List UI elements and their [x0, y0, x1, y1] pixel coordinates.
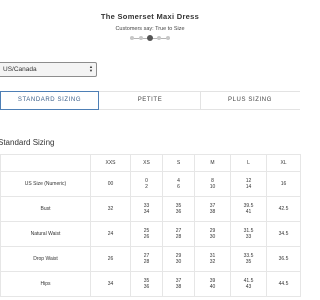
- table-cell: 36.5: [266, 246, 301, 272]
- row-label: Natural Waist: [0, 221, 91, 247]
- table-cell: 39 40: [194, 271, 231, 297]
- table-cell: 37 38: [194, 196, 231, 222]
- column-header-l: L: [230, 154, 267, 172]
- column-header-xs: XS: [130, 154, 163, 172]
- sizing-tabs: STANDARD SIZING PETITE PLUS SIZING: [0, 91, 300, 110]
- size-guide-page: The Somerset Maxi Dress Customers say: T…: [0, 0, 301, 300]
- table-cell: 31.5 33: [230, 221, 267, 247]
- table-cell: 33.5 35: [230, 246, 267, 272]
- size-chart-table: XXS XS S M L XL US Size (Numeric) 00 02 …: [0, 154, 301, 297]
- table-cell: 27 28: [162, 221, 195, 247]
- table-cell: 35 36: [162, 196, 195, 222]
- table-cell: 34: [90, 271, 131, 297]
- table-cell: 27 28: [130, 246, 163, 272]
- table-cell: 35 36: [130, 271, 163, 297]
- table-cell: 00: [90, 171, 131, 197]
- column-header-xxs: XXS: [90, 154, 131, 172]
- fit-scale-tick: [139, 36, 143, 40]
- column-header-m: M: [194, 154, 231, 172]
- fit-scale-tick: [166, 36, 170, 40]
- tab-plus-sizing[interactable]: PLUS SIZING: [200, 92, 300, 109]
- table-cell: 25 26: [130, 221, 163, 247]
- fit-caption: Customers say: True to Size: [115, 26, 185, 32]
- row-label: US Size (Numeric): [0, 171, 91, 197]
- table-cell: 16: [266, 171, 301, 197]
- fit-indicator-icon: [147, 35, 153, 41]
- table-row: Hips 34 35 36 37 38 39 40 41.5 43 44.5: [0, 271, 301, 297]
- region-select[interactable]: US/Canada ▲ ▼: [0, 62, 97, 77]
- row-label: Hips: [0, 271, 91, 297]
- table-cell: 33 34: [130, 196, 163, 222]
- table-cell: 24: [90, 221, 131, 247]
- table-cell: 26: [90, 246, 131, 272]
- table-cell: 37 38: [162, 271, 195, 297]
- column-header-s: S: [162, 154, 195, 172]
- section-title: Standard Sizing: [0, 138, 55, 147]
- table-cell: 31 32: [194, 246, 231, 272]
- product-header: The Somerset Maxi Dress Customers say: T…: [0, 12, 300, 41]
- table-header-row: XXS XS S M L XL: [0, 154, 301, 172]
- column-header-xl: XL: [266, 154, 301, 172]
- table-row: US Size (Numeric) 00 02 46 8 10 12 14 16: [0, 171, 301, 197]
- table-row: Natural Waist 24 25 26 27 28 29 30 31.5 33 3…: [0, 221, 301, 247]
- table-cell: 32: [90, 196, 131, 222]
- product-title: The Somerset Maxi Dress: [100, 12, 200, 21]
- table-row: Drop Waist 26 27 28 29 30 31 32 33.5 35 36.5: [0, 246, 301, 272]
- region-select-value: US/Canada: [3, 66, 37, 73]
- table-row: Bust 32 33 34 35 36 37 38 39.5 41 42.5: [0, 196, 301, 222]
- table-cell: 34.5: [266, 221, 301, 247]
- row-label: Drop Waist: [0, 246, 91, 272]
- table-cell: 44.5: [266, 271, 301, 297]
- table-cell: 12 14: [230, 171, 267, 197]
- table-cell: 39.5 41: [230, 196, 267, 222]
- fit-scale-tick: [130, 36, 134, 40]
- row-label: Bust: [0, 196, 91, 222]
- table-cell: 02: [130, 171, 163, 197]
- table-cell: 42.5: [266, 196, 301, 222]
- table-cell: 46: [162, 171, 195, 197]
- tab-standard-sizing[interactable]: STANDARD SIZING: [0, 91, 99, 110]
- table-cell: 8 10: [194, 171, 231, 197]
- fit-scale-tick: [157, 36, 161, 40]
- column-header: [0, 154, 91, 172]
- tab-petite[interactable]: PETITE: [100, 92, 201, 109]
- table-cell: 29 30: [162, 246, 195, 272]
- up-down-arrows-icon: ▲ ▼: [89, 64, 93, 73]
- table-cell: 41.5 43: [230, 271, 267, 297]
- fit-scale: [130, 35, 170, 41]
- table-cell: 29 30: [194, 221, 231, 247]
